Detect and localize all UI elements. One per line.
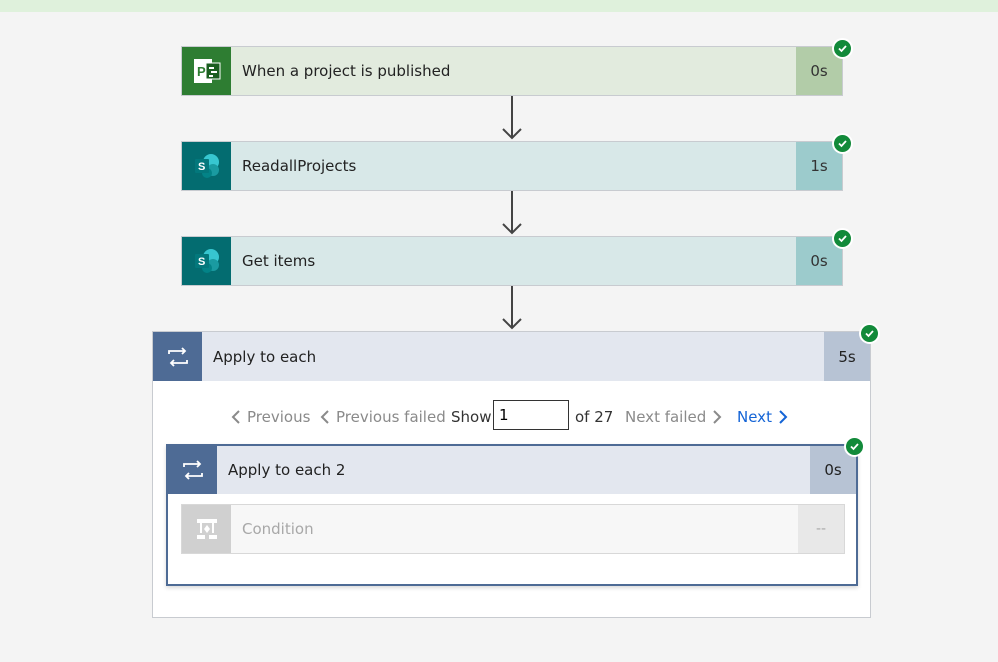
success-check-icon — [832, 133, 853, 154]
previous-label: Previous — [247, 408, 311, 426]
success-check-icon — [859, 323, 880, 344]
of-total-label: of 27 — [575, 408, 614, 426]
condition-duration: -- — [798, 505, 844, 553]
apply-to-each-2-header[interactable]: Apply to each 2 0s — [168, 446, 856, 494]
apply-to-each-2-title: Apply to each 2 — [228, 461, 346, 479]
condition-step[interactable]: Condition -- — [181, 504, 845, 554]
svg-text:S: S — [198, 161, 205, 173]
chevron-right-icon — [713, 410, 722, 424]
step-readallprojects[interactable]: S ReadallProjects 1s — [181, 141, 843, 191]
success-check-icon — [832, 38, 853, 59]
arrow-down-icon — [502, 286, 522, 330]
success-check-icon — [832, 228, 853, 249]
success-check-icon — [844, 436, 865, 457]
svg-text:S: S — [198, 256, 205, 268]
loop-icon — [168, 446, 217, 494]
iteration-input[interactable] — [493, 400, 569, 430]
chevron-left-icon — [231, 410, 240, 424]
chevron-right-icon — [779, 410, 788, 424]
arrow-down-icon — [502, 191, 522, 235]
project-online-icon: P — [182, 47, 231, 95]
previous-failed-button[interactable]: Previous failed — [320, 402, 446, 432]
apply-to-each-header[interactable]: Apply to each 5s — [153, 332, 870, 381]
iteration-pager: Previous Previous failed Show of 27 Next… — [153, 400, 870, 432]
condition-icon — [182, 505, 231, 553]
apply-to-each-title: Apply to each — [213, 347, 317, 366]
svg-text:P: P — [197, 64, 206, 79]
arrow-down-icon — [502, 96, 522, 140]
previous-button[interactable]: Previous — [231, 402, 310, 432]
chevron-left-icon — [320, 410, 329, 424]
sharepoint-icon: S — [182, 237, 231, 285]
step-when-project-published[interactable]: P When a project is published 0s — [181, 46, 843, 96]
apply-to-each-2-container: Apply to each 2 0s Condition -- — [166, 444, 858, 586]
next-button[interactable]: Next — [737, 402, 788, 432]
next-failed-label: Next failed — [625, 408, 707, 426]
step-get-items[interactable]: S Get items 0s — [181, 236, 843, 286]
step-title: ReadallProjects — [242, 157, 357, 175]
next-label: Next — [737, 408, 772, 426]
show-label: Show — [451, 408, 492, 426]
sharepoint-icon: S — [182, 142, 231, 190]
step-title: When a project is published — [242, 62, 451, 80]
apply-to-each-container: Apply to each 5s Previous Previous faile… — [152, 331, 871, 618]
next-failed-button[interactable]: Next failed — [625, 402, 722, 432]
top-status-bar — [0, 0, 998, 12]
previous-failed-label: Previous failed — [336, 408, 446, 426]
step-title: Get items — [242, 252, 316, 270]
condition-title: Condition — [242, 520, 314, 538]
loop-icon — [153, 332, 202, 381]
